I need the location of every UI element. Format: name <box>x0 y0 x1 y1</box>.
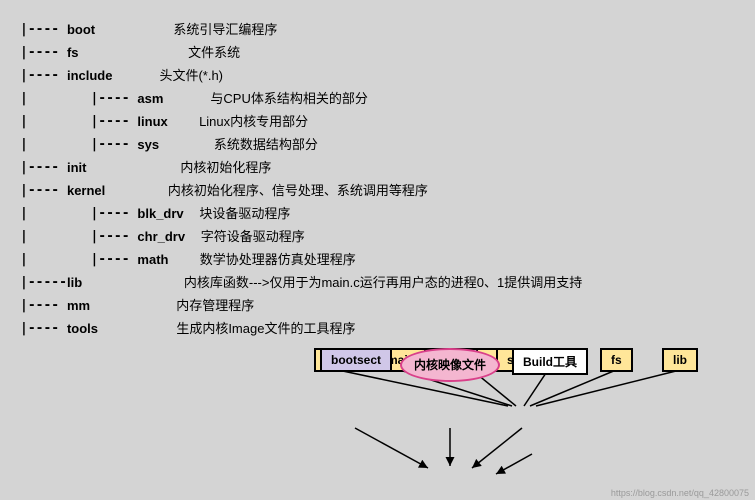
tree-row: | |---- chr_drv 字符设备驱动程序 <box>20 225 755 248</box>
tree-row: | |---- math 数学协处理器仿真处理程序 <box>20 248 755 271</box>
directory-tree: |---- boot 系统引导汇编程序|---- fs 文件系统|---- in… <box>0 0 755 340</box>
tree-dir-name: kernel <box>67 179 105 202</box>
tree-dir-name: lib <box>67 271 82 294</box>
tree-desc: 系统数据结构部分 <box>214 133 318 156</box>
tree-dir-name: asm <box>137 87 163 110</box>
tree-desc: 生成内核Image文件的工具程序 <box>176 317 355 340</box>
tree-prefix: |----- <box>20 271 67 294</box>
tree-dir-name: tools <box>67 317 98 340</box>
tree-prefix: |---- <box>20 64 67 87</box>
tree-desc: 系统引导汇编程序 <box>173 18 277 41</box>
tree-desc: 内核初始化程序、信号处理、系统调用等程序 <box>168 179 428 202</box>
tree-dir-name: boot <box>67 18 95 41</box>
tree-dir-name: fs <box>67 41 79 64</box>
watermark: https://blog.csdn.net/qq_42800075 <box>611 488 749 498</box>
kernel-image-ellipse: 内核映像文件 <box>400 348 500 382</box>
tree-row: |---- include 头文件(*.h) <box>20 64 755 87</box>
tree-prefix: |---- <box>20 294 67 317</box>
box-bootsect: bootsect <box>320 348 392 372</box>
tree-desc: 头文件(*.h) <box>159 64 223 87</box>
box-build-tool: Build工具 <box>512 348 588 375</box>
tree-prefix: |---- <box>20 41 67 64</box>
tree-row: | |---- sys 系统数据结构部分 <box>20 133 755 156</box>
tree-prefix: |---- <box>20 18 67 41</box>
tree-desc: 文件系统 <box>188 41 240 64</box>
box-lib: lib <box>662 348 698 372</box>
tree-desc: 数学协处理器仿真处理程序 <box>200 248 356 271</box>
tree-row: | |---- blk_drv 块设备驱动程序 <box>20 202 755 225</box>
tree-row: |-----lib 内核库函数--->仅用于为main.c运行再用户态的进程0、… <box>20 271 755 294</box>
tree-prefix: | |---- <box>20 248 137 271</box>
build-diagram: head main kernel mm fs lib bootsect setu… <box>300 348 740 498</box>
tree-dir-name: include <box>67 64 113 87</box>
tree-prefix: | |---- <box>20 110 137 133</box>
tree-prefix: | |---- <box>20 133 137 156</box>
tree-desc: Linux内核专用部分 <box>199 110 308 133</box>
tree-prefix: | |---- <box>20 87 137 110</box>
tree-dir-name: blk_drv <box>137 202 183 225</box>
tree-dir-name: linux <box>137 110 167 133</box>
tree-row: |---- kernel 内核初始化程序、信号处理、系统调用等程序 <box>20 179 755 202</box>
tree-dir-name: chr_drv <box>137 225 185 248</box>
tree-prefix: |---- <box>20 317 67 340</box>
tree-desc: 字符设备驱动程序 <box>201 225 305 248</box>
tree-prefix: |---- <box>20 179 67 202</box>
tree-row: |---- boot 系统引导汇编程序 <box>20 18 755 41</box>
tree-desc: 内存管理程序 <box>176 294 254 317</box>
tree-row: |---- tools 生成内核Image文件的工具程序 <box>20 317 755 340</box>
tree-dir-name: init <box>67 156 87 179</box>
tree-row: |---- fs 文件系统 <box>20 41 755 64</box>
tree-desc: 内核初始化程序 <box>180 156 271 179</box>
tree-row: | |---- linux Linux内核专用部分 <box>20 110 755 133</box>
tree-desc: 内核库函数--->仅用于为main.c运行再用户态的进程0、1提供调用支持 <box>184 271 582 294</box>
tree-row: |---- init 内核初始化程序 <box>20 156 755 179</box>
box-fs: fs <box>600 348 633 372</box>
tree-desc: 与CPU体系结构相关的部分 <box>210 87 367 110</box>
tree-row: |---- mm 内存管理程序 <box>20 294 755 317</box>
tree-prefix: | |---- <box>20 202 137 225</box>
tree-desc: 块设备驱动程序 <box>199 202 290 225</box>
tree-dir-name: sys <box>137 133 159 156</box>
tree-dir-name: mm <box>67 294 90 317</box>
tree-row: | |---- asm 与CPU体系结构相关的部分 <box>20 87 755 110</box>
tree-dir-name: math <box>137 248 168 271</box>
tree-prefix: | |---- <box>20 225 137 248</box>
tree-prefix: |---- <box>20 156 67 179</box>
